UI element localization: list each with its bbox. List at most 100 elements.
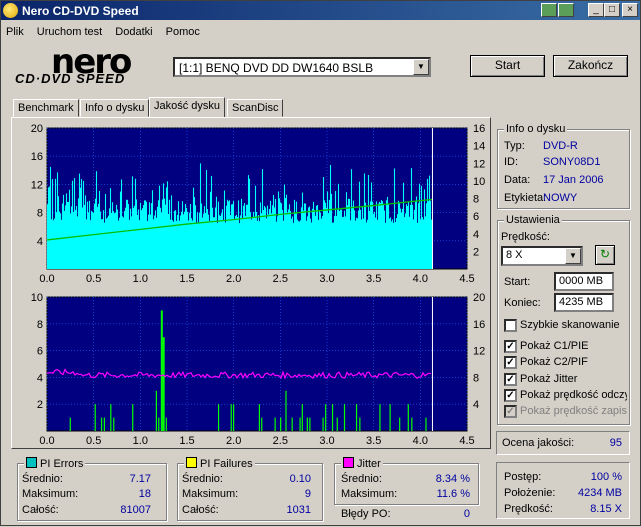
top-y-right-tick: 6 [473,211,479,223]
show-read-speed-label: Pokaż prędkość odczytu [520,389,627,401]
disc-id-value: SONY08D1 [543,156,601,168]
disc-type-value: DVD-R [543,140,578,152]
bottom-x-tick: 1.0 [133,435,148,447]
top-y-left-tick: 12 [31,179,43,191]
quick-scan-checkbox[interactable] [504,319,517,332]
pi-failures-avg-label: Średnio: [182,473,223,485]
start-field[interactable]: 0000 MB [554,272,614,291]
top-y-right-tick: 8 [473,194,479,206]
bottom-y-right-tick: 8 [473,372,479,384]
jitter-avg-label: Średnio: [341,473,382,485]
bottom-x-tick: 4.0 [413,435,428,447]
top-x-tick: 2.5 [273,273,288,285]
show-jitter-checkbox[interactable]: ✓ [504,373,517,386]
disc-id-label: ID: [504,156,519,168]
disc-label-label: Etykieta: [504,192,547,204]
speed-select[interactable]: 8 X ▼ [501,246,583,266]
bottom-x-tick: 3.0 [319,435,334,447]
bottom-y-left-tick: 2 [37,399,43,411]
jitter-max-value: 11.6 % [436,488,470,500]
pi-failures-title: PI Failures [184,457,255,470]
po-errors-value: 0 [463,508,470,520]
top-x-tick: 1.0 [133,273,148,285]
progress-value: 100 % [590,471,622,483]
top-y-left-tick: 16 [31,151,43,163]
pi-failures-max-label: Maksimum: [182,488,239,500]
top-x-tick: 3.5 [366,273,381,285]
show-c2-pif-label: Pokaż C2/PIF [520,356,588,368]
position-label: Położenie: [504,487,556,499]
top-x-tick: 0.0 [39,273,54,285]
top-y-right-tick: 14 [473,141,485,153]
jitter-title-text: Jitter [357,458,381,470]
top-y-left-tick: 20 [31,123,43,135]
disc-date-value: 17 Jan 2006 [543,174,604,186]
bottom-x-tick: 0.5 [86,435,101,447]
show-jitter-label: Pokaż Jitter [520,373,578,385]
top-y-right-tick: 2 [473,246,479,258]
bottom-y-left-tick: 8 [37,319,43,331]
refresh-icon[interactable]: ↻ [595,245,615,265]
bottom-y-right-tick: 20 [473,292,485,304]
show-c1-pie-checkbox[interactable]: ✓ [504,340,517,353]
start-label: Start: [504,276,531,288]
bottom-x-tick: 2.5 [273,435,288,447]
bottom-x-tick: 0.0 [39,435,54,447]
pi-failures-max-value: 9 [304,488,311,500]
bottom-y-left-tick: 6 [37,346,43,358]
top-x-tick: 4.0 [413,273,428,285]
top-y-right-tick: 4 [473,229,479,241]
top-x-tick: 3.0 [319,273,334,285]
speed-readout-label: Prędkość: [504,503,553,515]
pi-failures-title-text: PI Failures [200,458,253,470]
top-y-left-tick: 4 [37,236,43,248]
bottom-y-right-tick: 16 [473,319,485,331]
top-y-right-tick: 16 [473,123,485,135]
progress-label: Postęp: [504,471,542,483]
end-field[interactable]: 4235 MB [554,293,614,312]
bottom-y-right-tick: 12 [473,346,485,358]
app-window: Nero CD-DVD Speed _ □ × Plik Uruchom tes… [0,0,641,526]
bottom-x-tick: 3.5 [366,435,381,447]
speed-readout-value: 8.15 X [590,503,622,515]
pi-failures-total-value: 1031 [286,504,311,516]
speed-label: Prędkość: [501,231,550,243]
bottom-plot-area [46,296,468,432]
top-x-tick: 4.5 [459,273,474,285]
show-write-speed-label-clip: Pokaż prędkość zapisu [520,405,627,417]
jitter-title: Jitter [341,457,383,470]
top-y-right-tick: 12 [473,158,485,170]
top-y-right-tick: 10 [473,176,485,188]
po-errors-label: Błędy PO: [341,508,391,520]
end-label: Koniec: [504,297,541,309]
settings-title: Ustawienia [504,214,562,226]
bottom-y-right-tick: 4 [473,399,479,411]
bottom-y-left-tick: 10 [31,292,43,304]
disc-type-label: Typ: [504,140,525,152]
speed-chevron-down-icon[interactable]: ▼ [565,248,581,264]
jitter-max-label: Maksimum: [341,488,398,500]
pi-errors-title: PI Errors [24,457,86,470]
show-write-speed-label: Pokaż prędkość zapisu [520,405,627,417]
top-x-tick: 2.0 [226,273,241,285]
pi-failures-total-label: Całość: [182,504,219,516]
quality-score-value: 95 [609,437,622,449]
pi-errors-swatch [26,457,37,468]
position-value: 4234 MB [577,487,622,499]
disc-date-label: Data: [504,174,531,186]
show-read-speed-label-clip: Pokaż prędkość odczytu [520,389,627,401]
show-write-speed-checkbox: ✓ [504,405,517,418]
bottom-x-tick: 1.5 [179,435,194,447]
pi-failures-swatch [186,457,197,468]
show-read-speed-checkbox[interactable]: ✓ [504,389,517,402]
pi-errors-avg-value: 7.17 [129,473,151,485]
pi-errors-avg-label: Średnio: [22,473,63,485]
quick-scan-label: Szybkie skanowanie [520,319,620,331]
show-c2-pif-checkbox[interactable]: ✓ [504,356,517,369]
disc-info-title: Info o dysku [504,123,568,135]
top-x-tick: 1.5 [179,273,194,285]
show-c1-pie-label: Pokaż C1/PIE [520,340,589,352]
pi-errors-total-value: 81007 [120,504,151,516]
pi-errors-title-text: PI Errors [40,458,84,470]
pi-errors-max-value: 18 [138,488,151,500]
